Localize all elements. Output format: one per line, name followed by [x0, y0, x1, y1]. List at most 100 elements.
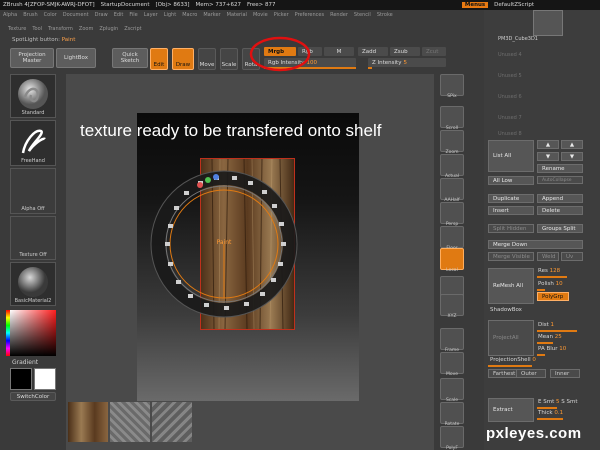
insert-button[interactable]: Insert: [488, 206, 534, 215]
dist-slider[interactable]: Dist 1: [538, 322, 554, 328]
default-zscript-button[interactable]: DefaultZScript: [494, 2, 534, 8]
draw-button[interactable]: Draw: [172, 48, 194, 70]
projection-master-button[interactable]: Projection Master: [10, 48, 54, 68]
polygrp-button[interactable]: PolyGrp: [537, 292, 569, 301]
move-button[interactable]: Move: [198, 48, 216, 70]
zsub-button[interactable]: Zsub: [390, 47, 420, 56]
freehand-stroke-button[interactable]: FreeHand: [10, 120, 56, 166]
move-bottom-button[interactable]: ▼: [561, 152, 583, 161]
menu-transform[interactable]: Transform: [48, 26, 73, 35]
secondary-color-swatch[interactable]: [34, 368, 56, 390]
subtool-thumbnail[interactable]: [533, 10, 563, 36]
view-persp-button[interactable]: [440, 202, 464, 224]
extract-button[interactable]: Extract: [488, 398, 534, 422]
view-xyz-button[interactable]: [440, 294, 464, 316]
menu-stroke[interactable]: Stroke: [377, 12, 393, 21]
subtool-unused-5[interactable]: Unused 5: [498, 73, 522, 79]
append-button[interactable]: Append: [537, 194, 583, 203]
move-up-button[interactable]: ▲: [537, 140, 559, 149]
view-polyf-button[interactable]: [440, 426, 464, 448]
view-actual-button[interactable]: [440, 154, 464, 176]
menu-tool[interactable]: Tool: [32, 26, 42, 35]
res-slider[interactable]: Res 128: [538, 268, 560, 274]
view-floor-button[interactable]: [440, 226, 464, 248]
z-intensity-slider[interactable]: Z Intensity 5: [368, 58, 446, 67]
view-scroll-button[interactable]: [440, 106, 464, 128]
menu-color[interactable]: Color: [44, 12, 57, 21]
merge-down-button[interactable]: Merge Down: [488, 240, 583, 249]
view-zoom-button[interactable]: [440, 130, 464, 152]
polish-slider[interactable]: Polish 10: [538, 281, 563, 287]
subtool-unused-4[interactable]: Unused 4: [498, 52, 522, 58]
delete-button[interactable]: Delete: [537, 206, 583, 215]
menu-zplugin[interactable]: Zplugin: [99, 26, 118, 35]
rename-button[interactable]: Rename: [537, 164, 583, 173]
view-scale-button[interactable]: [440, 378, 464, 400]
main-color-swatch[interactable]: [10, 368, 32, 390]
all-low-button[interactable]: All Low: [488, 176, 534, 185]
view-rotate-button[interactable]: [440, 402, 464, 424]
e-smt-slider[interactable]: E Smt 5 S Smt: [538, 399, 577, 405]
move-top-button[interactable]: ▲: [561, 140, 583, 149]
outer-button[interactable]: Outer: [516, 369, 546, 378]
menus-button[interactable]: Menus: [461, 2, 489, 8]
view-spix-button[interactable]: [440, 74, 464, 96]
texture-thumb-stone-1[interactable]: [110, 402, 150, 442]
menu-zscript[interactable]: Zscript: [124, 26, 141, 35]
gradient-label[interactable]: Gradient: [12, 359, 38, 366]
split-hidden-button[interactable]: Split Hidden: [488, 224, 534, 233]
menu-edit[interactable]: Edit: [114, 12, 124, 21]
menu-light[interactable]: Light: [164, 12, 176, 21]
remesh-all-button[interactable]: ReMesh All: [488, 268, 534, 304]
weld-button[interactable]: Weld: [537, 252, 559, 261]
edit-button[interactable]: Edit: [150, 48, 168, 70]
menu-macro[interactable]: Macro: [182, 12, 197, 21]
texture-thumb-wood[interactable]: [68, 402, 108, 442]
texture-thumb-stone-2[interactable]: [152, 402, 192, 442]
hue-strip[interactable]: [6, 310, 10, 356]
menu-render[interactable]: Render: [330, 12, 348, 21]
inner-button[interactable]: Inner: [550, 369, 580, 378]
transpose-dial[interactable]: Paint: [148, 158, 300, 330]
lightbox-button[interactable]: LightBox: [56, 48, 96, 68]
menu-preferences[interactable]: Preferences: [295, 12, 324, 21]
quick-sketch-button[interactable]: Quick Sketch: [112, 48, 148, 68]
project-all-button[interactable]: ProjectAll: [488, 320, 534, 356]
zadd-button[interactable]: Zadd: [358, 47, 388, 56]
list-all-button[interactable]: List All: [488, 140, 534, 172]
menu-picker[interactable]: Picker: [274, 12, 289, 21]
mean-slider[interactable]: Mean 25: [538, 334, 562, 340]
menu-zoom[interactable]: Zoom: [79, 26, 93, 35]
view-local-button[interactable]: [440, 248, 464, 270]
thick-slider[interactable]: Thick 0.1: [538, 410, 563, 416]
projection-shell-slider[interactable]: ProjectionShell 0: [490, 357, 536, 363]
merge-visible-button[interactable]: Merge Visible: [488, 252, 534, 261]
subtool-unused-8[interactable]: Unused 8: [498, 131, 522, 137]
subtool-item[interactable]: PM3D_Cube3D1: [498, 36, 538, 42]
menu-material[interactable]: Material: [227, 12, 247, 21]
menu-file[interactable]: File: [129, 12, 137, 21]
scale-button[interactable]: Scale: [220, 48, 238, 70]
standard-brush-button[interactable]: Standard: [10, 74, 56, 118]
zcut-button[interactable]: Zcut: [422, 47, 446, 56]
alpha-off-button[interactable]: Alpha Off: [10, 168, 56, 214]
menu-stencil[interactable]: Stencil: [354, 12, 371, 21]
menu-movie[interactable]: Movie: [253, 12, 268, 21]
autocollapse-button[interactable]: AutoCollapse: [537, 176, 583, 184]
duplicate-button[interactable]: Duplicate: [488, 194, 534, 203]
move-down-button[interactable]: ▼: [537, 152, 559, 161]
menu-document[interactable]: Document: [63, 12, 89, 21]
menu-draw[interactable]: Draw: [95, 12, 108, 21]
view-frame-button[interactable]: [440, 328, 464, 350]
menu-brush[interactable]: Brush: [23, 12, 37, 21]
subtool-unused-6[interactable]: Unused 6: [498, 94, 522, 100]
subtool-unused-7[interactable]: Unused 7: [498, 115, 522, 121]
menu-alpha[interactable]: Alpha: [3, 12, 17, 21]
groups-split-button[interactable]: Groups Split: [537, 224, 583, 233]
view-aahalf-button[interactable]: [440, 178, 464, 200]
material-button[interactable]: BasicMaterial2: [10, 262, 56, 306]
switch-color-button[interactable]: SwitchColor: [10, 392, 56, 401]
pa-blur-slider[interactable]: PA Blur 10: [538, 346, 566, 352]
color-picker[interactable]: [6, 310, 56, 356]
menu-texture[interactable]: Texture: [8, 26, 26, 35]
